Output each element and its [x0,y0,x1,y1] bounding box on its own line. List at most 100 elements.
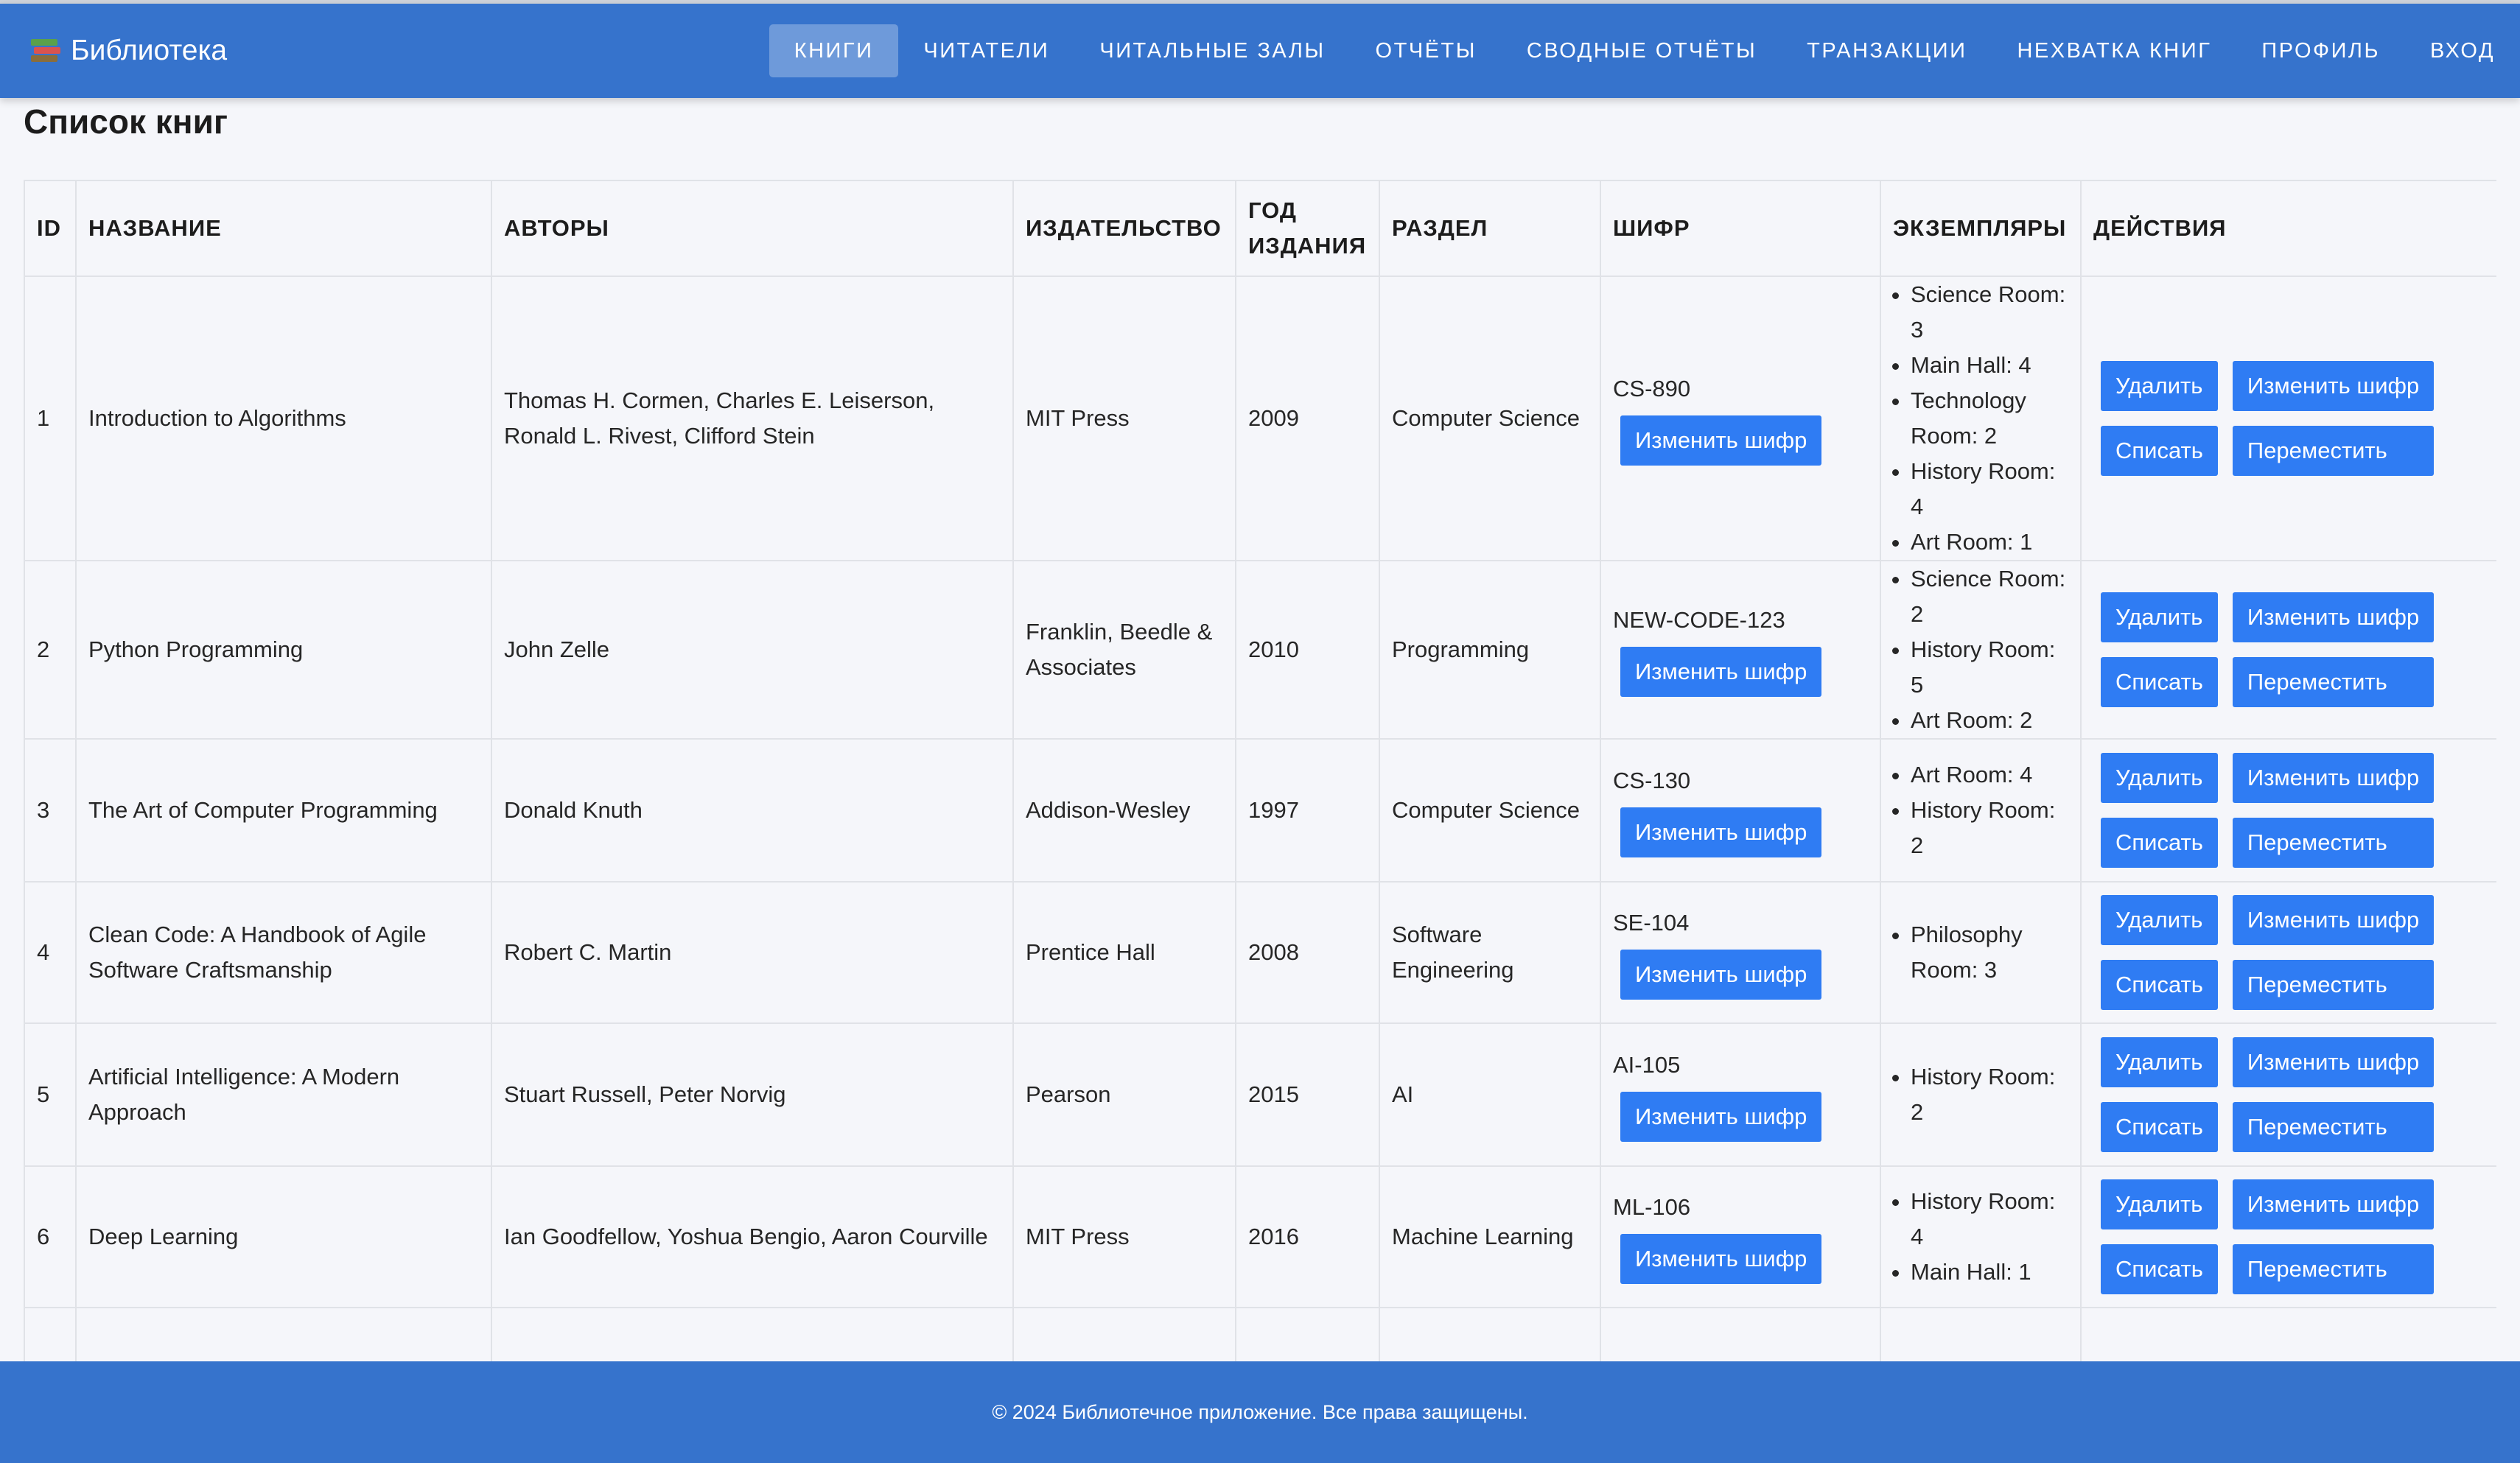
copies-list-item: Art Room: 1 [1911,524,2068,560]
row-actions: Удалить Изменить шифр Списать Переместить [2093,1179,2485,1294]
cell-id: 3 [24,738,77,883]
nav-item-profile[interactable]: Профиль [2236,24,2405,77]
delete-button[interactable]: Удалить [2101,895,2218,945]
change-cipher-button[interactable]: Изменить шифр [1620,1234,1822,1284]
write-off-button[interactable]: Списать [2101,1244,2218,1294]
nav-item-summary-reports[interactable]: Сводные отчёты [1502,24,1782,77]
write-off-button[interactable]: Списать [2101,818,2218,868]
cell-title: Introduction to Algorithms [75,276,492,561]
copies-list-item: History Room: 4 [1911,454,2068,524]
nav-item-reading-rooms[interactable]: Читальные залы [1074,24,1350,77]
cipher-value: CS-130 [1613,768,1691,793]
nav-item-book-shortage[interactable]: Нехватка книг [1992,24,2236,77]
cell-id: 5 [24,1022,77,1167]
books-icon [29,36,60,66]
copies-list: Science Room: 2History Room: 5Art Room: … [1893,561,2068,738]
move-button[interactable]: Переместить [2232,426,2435,476]
nav-item-reports[interactable]: Отчёты [1351,24,1502,77]
cell-section: Programming [1379,560,1601,740]
cell-cipher: AI-105 Изменить шифр [1600,1022,1881,1167]
header-section: Раздел [1379,180,1601,277]
cipher-value: SE-104 [1613,910,1690,936]
header-year: Год издания [1235,180,1380,277]
copies-list-item: Art Room: 2 [1911,703,2068,738]
cell-empty [1012,1307,1236,1362]
nav-item-transactions[interactable]: Транзакции [1782,24,1992,77]
page-title: Список книг [24,102,228,141]
change-cipher-button[interactable]: Изменить шифр [1620,1092,1822,1142]
nav-item-login[interactable]: Вход [2405,24,2520,77]
move-button[interactable]: Переместить [2232,1102,2435,1152]
change-cipher-button[interactable]: Изменить шифр [1620,950,1822,1000]
header-publisher: Издательство [1012,180,1236,277]
cell-publisher: Prentice Hall [1012,881,1236,1024]
cell-empty [2080,1307,2496,1362]
cipher-value: CS-890 [1613,376,1691,401]
change-cipher-button[interactable]: Изменить шифр [2232,1179,2435,1229]
cell-year: 2016 [1235,1165,1380,1308]
cell-title: Artificial Intelligence: A Modern Approa… [75,1022,492,1167]
row-actions: Удалить Изменить шифр Списать Переместить [2093,361,2485,476]
copies-list-item: Art Room: 4 [1911,757,2068,793]
cell-id: 1 [24,276,77,561]
table-header-row: ID Название Авторы Издательство Год изда… [24,180,2496,277]
cell-section: Computer Science [1379,738,1601,883]
write-off-button[interactable]: Списать [2101,657,2218,707]
table-row: 4 Clean Code: A Handbook of Agile Softwar… [24,881,2496,1024]
delete-button[interactable]: Удалить [2101,753,2218,803]
copies-list-item: Main Hall: 4 [1911,348,2068,383]
change-cipher-button[interactable]: Изменить шифр [1620,647,1822,697]
change-cipher-button[interactable]: Изменить шифр [2232,1037,2435,1087]
move-button[interactable]: Переместить [2232,657,2435,707]
cell-actions: Удалить Изменить шифр Списать Переместить [2080,1022,2496,1167]
cell-actions: Удалить Изменить шифр Списать Переместить [2080,560,2496,740]
table-row: 5 Artificial Intelligence: A Modern Appro… [24,1022,2496,1167]
nav-item-books[interactable]: Книги [769,24,899,77]
cell-copies: Art Room: 4History Room: 2 [1880,738,2082,883]
change-cipher-button[interactable]: Изменить шифр [2232,895,2435,945]
cell-copies: Science Room: 3Main Hall: 4Technology Ro… [1880,276,2082,561]
row-actions: Удалить Изменить шифр Списать Переместить [2093,753,2485,868]
delete-button[interactable]: Удалить [2101,361,2218,411]
move-button[interactable]: Переместить [2232,960,2435,1010]
delete-button[interactable]: Удалить [2101,592,2218,642]
cell-year: 2010 [1235,560,1380,740]
header-cipher: Шифр [1600,180,1881,277]
header-copies: Экземпляры [1880,180,2082,277]
move-button[interactable]: Переместить [2232,818,2435,868]
cell-empty [75,1307,492,1362]
cell-title: Clean Code: A Handbook of Agile Software… [75,881,492,1024]
cell-publisher: MIT Press [1012,1165,1236,1308]
cell-empty [1235,1307,1380,1362]
copies-list: Science Room: 3Main Hall: 4Technology Ro… [1893,277,2068,560]
books-table-container[interactable]: ID Название Авторы Издательство Год изда… [24,180,2496,1362]
copies-list-item: Science Room: 3 [1911,277,2068,348]
change-cipher-button[interactable]: Изменить шифр [2232,361,2435,411]
copies-list-item: History Room: 2 [1911,1059,2068,1130]
copies-list-item: Philosophy Room: 3 [1911,917,2068,988]
write-off-button[interactable]: Списать [2101,960,2218,1010]
cell-authors: Stuart Russell, Peter Norvig [491,1022,1014,1167]
change-cipher-button[interactable]: Изменить шифр [1620,415,1822,466]
cell-id: 4 [24,881,77,1024]
cell-year: 1997 [1235,738,1380,883]
change-cipher-button[interactable]: Изменить шифр [1620,807,1822,857]
move-button[interactable]: Переместить [2232,1244,2435,1294]
change-cipher-button[interactable]: Изменить шифр [2232,592,2435,642]
books-table: ID Название Авторы Издательство Год изда… [24,180,2496,1362]
cipher-value: AI-105 [1613,1052,1681,1078]
brand[interactable]: Библиотека [29,4,227,98]
cell-year: 2015 [1235,1022,1380,1167]
cell-cipher: NEW-CODE-123 Изменить шифр [1600,560,1881,740]
cell-authors: Robert C. Martin [491,881,1014,1024]
nav-item-readers[interactable]: Читатели [898,24,1074,77]
delete-button[interactable]: Удалить [2101,1179,2218,1229]
row-actions: Удалить Изменить шифр Списать Переместить [2093,592,2485,707]
write-off-button[interactable]: Списать [2101,1102,2218,1152]
write-off-button[interactable]: Списать [2101,426,2218,476]
footer-copyright: © 2024 Библиотечное приложение. Все прав… [992,1400,1528,1423]
change-cipher-button[interactable]: Изменить шифр [2232,753,2435,803]
delete-button[interactable]: Удалить [2101,1037,2218,1087]
copies-list-item: Main Hall: 1 [1911,1255,2068,1290]
cell-section: AI [1379,1022,1601,1167]
